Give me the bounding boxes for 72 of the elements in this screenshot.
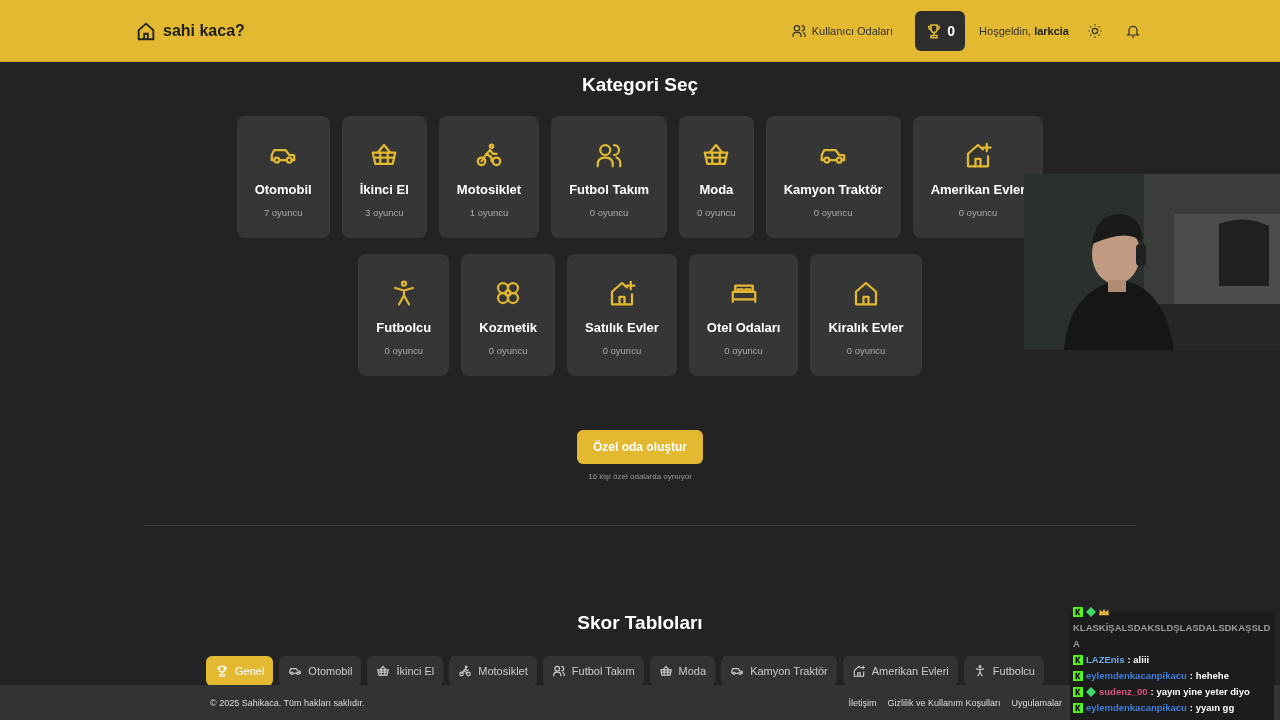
scoreboard-tab[interactable]: Amerikan Evleri xyxy=(842,656,958,686)
category-name: Otomobil xyxy=(254,182,312,197)
trophy-icon xyxy=(215,664,229,678)
category-name: Futbolcu xyxy=(376,320,432,335)
category-name: Motosiklet xyxy=(456,182,522,197)
category-card[interactable]: Moda 0 oyuncu xyxy=(679,116,754,238)
player-count: 0 oyuncu xyxy=(589,207,629,218)
greeting-text: Hoşgeldin, larkcia xyxy=(979,24,1069,37)
user-rooms-link[interactable]: Kullanıcı Odaları xyxy=(790,22,894,39)
house-plus-icon xyxy=(851,664,866,678)
chat-username: eylemdenkacanpikacu xyxy=(1086,669,1187,683)
category-name: Kiralık Evler xyxy=(828,320,904,335)
chat-username: eylemdenkacanpikacu xyxy=(1086,701,1187,715)
chat-message: KLASKİŞALSDAKSLDŞLASDALSDKAŞSLDA xyxy=(1073,621,1271,651)
player-count: 0 oyuncu xyxy=(958,207,998,218)
category-name: Moda xyxy=(699,182,734,197)
category-card[interactable]: Futbol Takım 0 oyuncu xyxy=(551,116,668,238)
category-name: Satılık Evler xyxy=(585,320,659,335)
users-icon xyxy=(790,22,807,39)
player-count: 7 oyuncu xyxy=(263,207,303,218)
player-count: 0 oyuncu xyxy=(724,345,763,356)
footer-link[interactable]: İletişim xyxy=(848,697,877,708)
private-rooms-note: 16 kişi özel odalarda oynuyor xyxy=(588,472,692,481)
category-card[interactable]: Otomobil 7 oyuncu xyxy=(236,116,330,238)
scoreboard-tab[interactable]: Futbol Takım xyxy=(542,656,644,686)
chat-message: : aliii xyxy=(1127,653,1150,667)
category-card[interactable]: Kamyon Traktör 0 oyuncu xyxy=(765,116,901,238)
player-count: 0 oyuncu xyxy=(384,345,424,356)
scoreboard-tab[interactable]: Moda xyxy=(649,656,716,686)
users-icon xyxy=(551,664,566,678)
category-card[interactable]: Kozmetik 0 oyuncu xyxy=(461,254,556,376)
basket-icon xyxy=(658,664,673,678)
chat-message: : hehehe xyxy=(1189,669,1229,683)
chat-message: : yayın yine yeter diyo xyxy=(1150,685,1250,699)
basket-icon xyxy=(376,664,391,678)
footer-link[interactable]: Uygulamalar xyxy=(1011,697,1062,708)
chat-username: LAZEnis xyxy=(1086,653,1125,667)
chat-username: sudenz_00 xyxy=(1099,685,1148,699)
category-card[interactable]: Kiralık Evler 0 oyuncu xyxy=(810,254,922,376)
category-name: Kamyon Traktör xyxy=(783,182,883,197)
category-card[interactable]: Otel Odaları 0 oyuncu xyxy=(688,254,799,376)
footer-link[interactable]: Gizlilik ve Kullanım Koşulları xyxy=(887,697,1001,708)
player-count: 0 oyuncu xyxy=(697,207,736,218)
scoreboard-tab[interactable]: Kamyon Traktör xyxy=(721,656,837,686)
section-title: Skor Tabloları xyxy=(577,612,703,634)
player-count: 0 oyuncu xyxy=(602,345,642,356)
category-name: Amerikan Evler xyxy=(930,182,1026,197)
player-count: 0 oyuncu xyxy=(488,345,528,356)
player-count: 0 oyuncu xyxy=(813,207,853,218)
player-count: 3 oyuncu xyxy=(365,207,404,218)
chat-message: : yyaın gg xyxy=(1189,701,1235,715)
category-name: Kozmetik xyxy=(479,320,538,335)
category-card[interactable]: Motosiklet 1 oyuncu xyxy=(438,116,540,238)
section-title: Kategori Seç xyxy=(581,74,699,96)
player-count: 0 oyuncu xyxy=(846,345,886,356)
scoreboard-tab[interactable]: İkinci El xyxy=(367,656,444,686)
player-count: 1 oyuncu xyxy=(469,207,509,218)
scoreboard-tab[interactable]: Futbolcu xyxy=(963,656,1044,686)
copyright-text: © 2025 Sahikaca. Tüm hakları saklıdır. xyxy=(210,697,365,708)
bicycle-icon xyxy=(458,664,473,678)
category-card[interactable]: Amerikan Evler 0 oyuncu xyxy=(912,116,1044,238)
logo-link[interactable]: sahi kaca? xyxy=(135,19,245,42)
sun-icon xyxy=(1087,22,1103,39)
scoreboard-tab[interactable]: Otomobil xyxy=(279,656,362,686)
category-name: Otel Odaları xyxy=(706,320,781,335)
scoreboard-tab[interactable]: Motosiklet xyxy=(449,656,537,686)
category-card[interactable]: İkinci El 3 oyuncu xyxy=(341,116,427,238)
trophy-button[interactable]: 0 xyxy=(915,10,966,51)
category-card[interactable]: Satılık Evler 0 oyuncu xyxy=(567,254,677,376)
category-name: Futbol Takım xyxy=(569,182,650,197)
category-card[interactable]: Futbolcu 0 oyuncu xyxy=(358,254,450,376)
category-name: İkinci El xyxy=(359,182,409,197)
